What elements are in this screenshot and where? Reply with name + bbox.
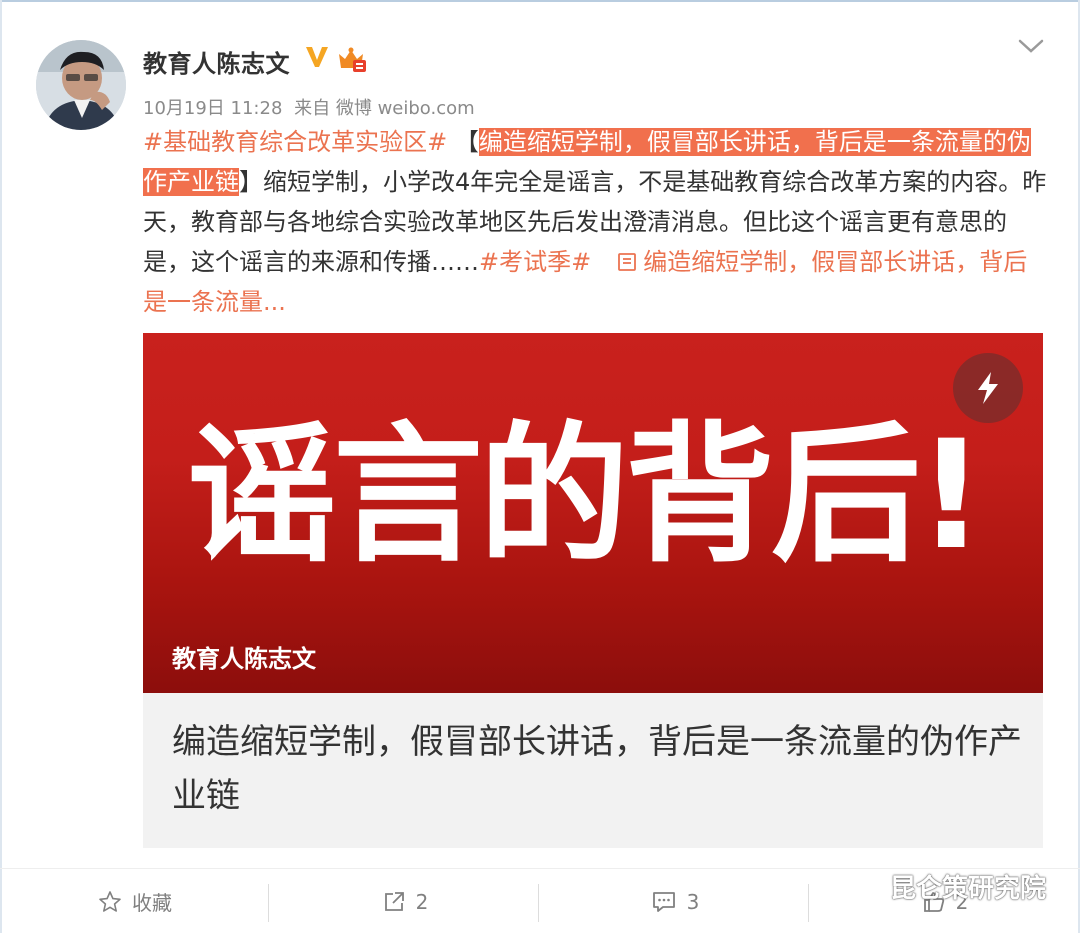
star-icon: [99, 890, 121, 912]
repost-count: 2: [415, 889, 429, 914]
username[interactable]: 教育人陈志文: [143, 44, 290, 79]
comment-count: 3: [686, 889, 700, 914]
repost-button[interactable]: 2: [270, 869, 540, 934]
post-source[interactable]: 来自 微博 weibo.com: [294, 98, 475, 119]
flash-badge[interactable]: [953, 353, 1023, 423]
comment-icon: [652, 891, 675, 912]
lightning-icon: [978, 372, 998, 404]
bracket-open: 【: [454, 128, 479, 156]
comment-button[interactable]: 3: [540, 869, 810, 934]
post-time[interactable]: 10月19日 11:28: [143, 98, 282, 119]
action-divider: [808, 884, 809, 922]
favorite-button[interactable]: 收藏: [0, 869, 270, 934]
action-divider: [268, 884, 269, 922]
verified-v-icon: [306, 47, 328, 67]
bracket-close: 】: [239, 168, 263, 196]
chevron-down-icon: [1018, 39, 1044, 53]
banner-author: 教育人陈志文: [172, 645, 316, 673]
banner-title: 谣言的背后!: [187, 409, 985, 583]
repost-icon: [384, 891, 404, 911]
post-meta: 10月19日 11:28 来自 微博 weibo.com: [143, 94, 475, 120]
article-card[interactable]: 谣言的背后! 教育人陈志文 编造缩短学制，假冒部长讲话，背后是一条流量的伪作产业…: [143, 333, 1043, 848]
card-caption[interactable]: 编造缩短学制，假冒部长讲话，背后是一条流量的伪作产业链: [172, 715, 1022, 823]
avatar[interactable]: [36, 40, 126, 130]
favorite-label: 收藏: [132, 891, 172, 915]
post-text: #基础教育综合改革实验区# 【编造缩短学制，假冒部长讲话，背后是一条流量的伪作产…: [143, 122, 1048, 322]
article-link-icon: [618, 253, 637, 271]
topic-tag[interactable]: #基础教育综合改革实验区#: [143, 128, 447, 156]
watermark-text: 昆仑策研究院: [890, 873, 1047, 904]
wechat-watermark: 昆仑策研究院: [840, 868, 1046, 904]
action-divider: [538, 884, 539, 922]
article-banner[interactable]: 谣言的背后! 教育人陈志文: [143, 333, 1043, 693]
more-options-button[interactable]: [1014, 32, 1048, 60]
exam-season-tag[interactable]: #考试季#: [479, 248, 591, 276]
avatar-photo: [36, 40, 126, 130]
window-left-border: [0, 0, 2, 933]
vip-member-icon[interactable]: [336, 46, 368, 74]
wechat-icon: [840, 870, 882, 901]
window-top-border: [0, 0, 1080, 2]
